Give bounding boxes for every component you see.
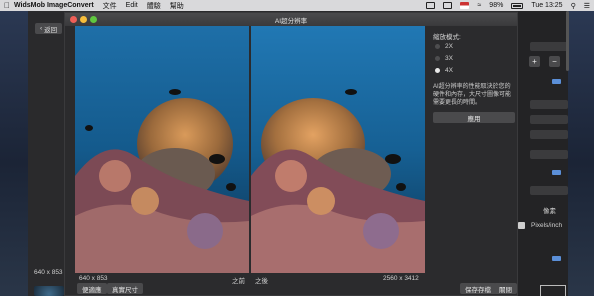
output-preview-frame[interactable] (540, 285, 566, 296)
apple-icon[interactable]:  (0, 1, 14, 10)
performance-note: AI超分辨率的性能取決於您的硬件和內存，大尺寸圖像可能需要更長的時間。 (433, 84, 512, 106)
wifi-icon[interactable]: ≈ (477, 2, 481, 9)
after-preview[interactable] (251, 26, 425, 273)
radio-selected-icon[interactable] (435, 68, 440, 73)
minimize-window-icon[interactable] (80, 16, 87, 23)
option-toggle-1[interactable] (552, 79, 561, 84)
format-select[interactable] (530, 42, 568, 51)
search-icon[interactable]: ⚲ (571, 2, 576, 10)
menu-bar:  WidsMob ImageConvert 文件 Edit 體驗 幫助 ≈ 9… (0, 0, 594, 11)
width-field[interactable] (530, 186, 568, 195)
menu-item-experience[interactable]: 體驗 (147, 1, 161, 11)
apply-button[interactable]: 應用 (433, 112, 515, 123)
close-button[interactable]: 關閉 (494, 283, 517, 294)
scale-settings: 縮放模式: 2X 3X 4X AI超分辨率的性能取決於您的硬件和內存，大尺寸圖像… (429, 26, 519, 146)
add-button[interactable]: + (529, 56, 540, 67)
back-button[interactable]: ‹ 返回 (35, 23, 63, 34)
back-button-label: 返回 (44, 26, 58, 34)
setting-field-2[interactable] (530, 115, 568, 124)
setting-field-4[interactable] (530, 150, 568, 159)
flag-icon[interactable] (460, 2, 470, 9)
menu-item-file[interactable]: 文件 (103, 1, 117, 11)
battery-icon[interactable] (511, 2, 524, 9)
setting-field-1[interactable] (530, 100, 568, 109)
menu-item-help[interactable]: 幫助 (170, 1, 184, 11)
reef-image-before (75, 26, 249, 273)
panel-scrollbar[interactable] (566, 11, 569, 71)
dialog-title: AI超分辨率 (274, 17, 308, 25)
scale-option-label: 4X (445, 67, 453, 74)
image-thumbnail[interactable] (34, 286, 64, 296)
scale-option-4x[interactable]: 4X (435, 67, 453, 74)
before-label: 之前 (232, 278, 245, 285)
after-dimensions: 2560 x 3412 (383, 275, 419, 282)
menu-item-edit[interactable]: Edit (126, 2, 138, 9)
chevron-left-icon: ‹ (40, 25, 43, 32)
maximize-window-icon[interactable] (90, 16, 97, 23)
close-window-icon[interactable] (70, 16, 77, 23)
battery-percent[interactable]: 98% (489, 2, 503, 9)
scale-option-label: 2X (445, 43, 453, 50)
dialog-titlebar[interactable]: AI超分辨率 (65, 13, 517, 26)
save-button[interactable]: 保存存檔 (460, 283, 496, 294)
option-toggle-2[interactable] (552, 170, 561, 175)
radio-icon[interactable] (435, 44, 440, 49)
after-label: 之後 (255, 278, 268, 285)
scale-mode-title: 縮放模式: (433, 34, 461, 41)
resolution-checkbox[interactable] (518, 222, 525, 229)
resolution-unit-label: Pixels/inch (531, 222, 563, 229)
option-toggle-3[interactable] (552, 256, 561, 261)
scale-option-3x[interactable]: 3X (435, 55, 453, 62)
actual-size-button[interactable]: 真實尺寸 (107, 283, 143, 294)
setting-field-3[interactable] (530, 130, 568, 139)
scale-option-2x[interactable]: 2X (435, 43, 453, 50)
clock[interactable]: Tue 13:25 (531, 2, 562, 9)
radio-icon[interactable] (435, 56, 440, 61)
menu-list-icon[interactable]: ☰ (584, 2, 590, 10)
super-resolution-dialog: AI超分辨率 640 x 853 之前 之後 2560 x 3412 縮放模式:… (64, 12, 518, 296)
menu-app-name[interactable]: WidsMob ImageConvert (14, 2, 94, 9)
reef-image-after (251, 26, 425, 273)
before-dimensions: 640 x 853 (79, 275, 108, 282)
scale-option-label: 3X (445, 55, 453, 62)
airplay-icon[interactable] (426, 2, 436, 9)
remove-button[interactable]: − (549, 56, 560, 67)
unit-label: 像素 (543, 208, 556, 215)
fit-button[interactable]: 便適應 (77, 283, 107, 294)
before-preview[interactable] (75, 26, 249, 273)
status-area: ≈ 98% Tue 13:25 ⚲ ☰ (418, 2, 594, 10)
window-controls (70, 16, 97, 23)
screen-icon[interactable] (443, 2, 453, 9)
